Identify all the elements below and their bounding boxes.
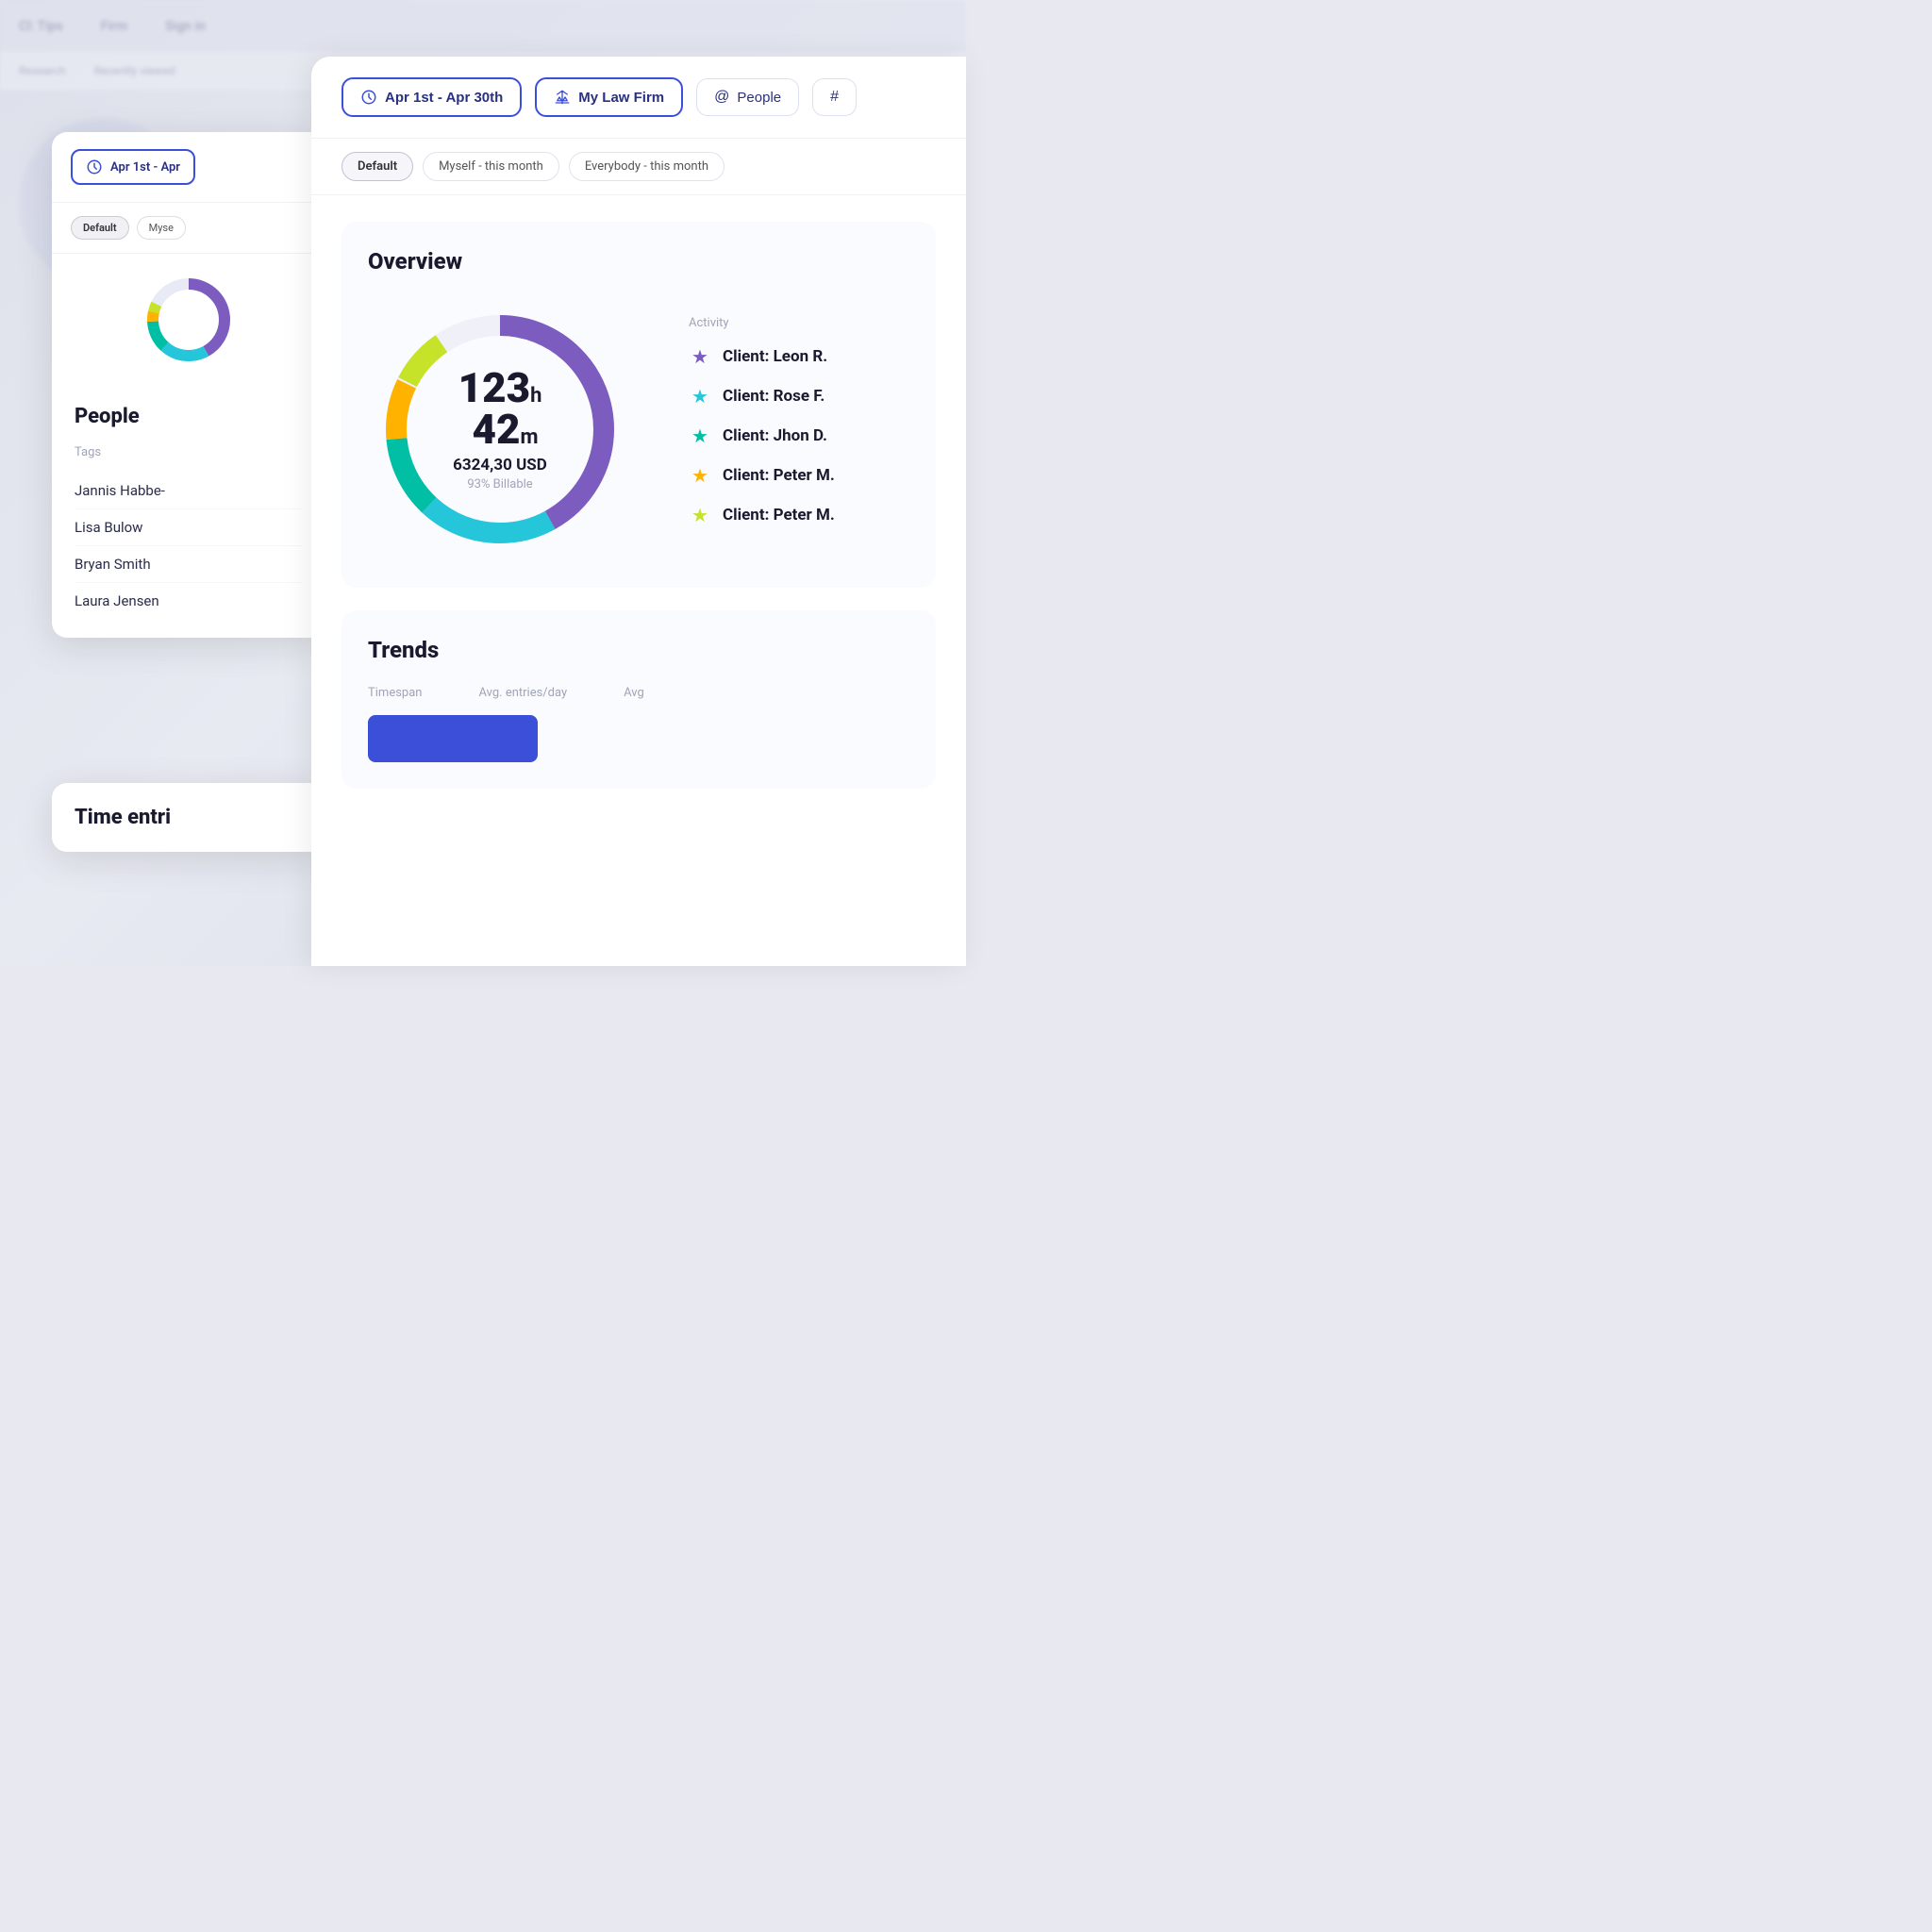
person-item-1[interactable]: Jannis Habbe-: [75, 473, 303, 509]
clock-icon: [86, 158, 103, 175]
person-item-2[interactable]: Lisa Bulow: [75, 509, 303, 546]
date-range-label: Apr 1st - Apr 30th: [385, 90, 503, 106]
activity-name-5: Client: Peter M.: [723, 506, 835, 525]
left-panel: Apr 1st - Apr Default Myse: [52, 132, 325, 638]
person-item-4[interactable]: Laura Jensen: [75, 583, 303, 619]
main-panel: Apr 1st - Apr 30th My Law Firm @ People …: [311, 57, 966, 966]
trends-cols: Timespan Avg. entries/day Avg: [368, 686, 644, 700]
activity-name-4: Client: Peter M.: [723, 466, 835, 485]
person-item-3[interactable]: Bryan Smith: [75, 546, 303, 583]
left-default-chip[interactable]: Default: [71, 216, 129, 240]
hash-icon: #: [830, 89, 839, 106]
left-panel-date-button[interactable]: Apr 1st - Apr: [71, 149, 195, 185]
at-icon: @: [714, 89, 729, 106]
overview-card: Overview: [341, 222, 936, 588]
star-icon-1: ★: [689, 345, 711, 368]
activity-item-2: ★ Client: Rose F.: [689, 385, 909, 408]
overview-title: Overview: [368, 248, 909, 275]
minutes-value: 42: [472, 405, 520, 454]
left-panel-date-bar: Apr 1st - Apr: [52, 132, 325, 203]
donut-billable: 93% Billable: [434, 477, 566, 491]
left-panel-filters: Default Myse: [52, 203, 325, 254]
law-firm-label: My Law Firm: [578, 90, 664, 106]
preset-default[interactable]: Default: [341, 152, 413, 181]
date-range-button[interactable]: Apr 1st - Apr 30th: [341, 77, 522, 117]
activity-item-4: ★ Client: Peter M.: [689, 464, 909, 487]
donut-chart: 123h 42m 6324,30 USD 93% Billable: [368, 297, 632, 561]
left-panel-donut-preview: [52, 254, 325, 386]
star-icon-2: ★: [689, 385, 711, 408]
people-label: People: [737, 90, 781, 106]
people-section: People Tags Jannis Habbe- Lisa Bulow Bry…: [52, 386, 325, 638]
people-title: People: [75, 405, 303, 428]
top-bar: Apr 1st - Apr 30th My Law Firm @ People …: [311, 57, 966, 139]
scale-icon: [554, 89, 571, 106]
left-myself-chip[interactable]: Myse: [137, 216, 186, 240]
activity-list: Activity ★ Client: Leon R. ★ Client: Ros…: [689, 316, 909, 543]
overview-body: 123h 42m 6324,30 USD 93% Billable Activi…: [368, 297, 909, 561]
preset-everybody[interactable]: Everybody - this month: [569, 152, 724, 181]
activity-label: Activity: [689, 316, 909, 330]
tags-label: Tags: [75, 445, 303, 459]
time-entries-title: Time entri: [75, 806, 303, 829]
trend-bar: [368, 715, 538, 762]
bottom-left-panel: Time entri: [52, 783, 325, 852]
donut-center-text: 123h 42m 6324,30 USD 93% Billable: [434, 367, 566, 491]
avg-entries-label: Avg. entries/day: [478, 686, 567, 700]
activity-item-1: ★ Client: Leon R.: [689, 345, 909, 368]
main-content: Overview: [311, 195, 966, 966]
star-icon-4: ★: [689, 464, 711, 487]
people-button[interactable]: @ People: [696, 78, 799, 116]
activity-item-3: ★ Client: Jhon D.: [689, 425, 909, 447]
preset-myself[interactable]: Myself - this month: [423, 152, 559, 181]
activity-name-1: Client: Leon R.: [723, 347, 827, 366]
trends-card: Trends Timespan Avg. entries/day Avg: [341, 610, 936, 789]
donut-hours: 123h 42m: [434, 367, 566, 450]
star-icon-3: ★: [689, 425, 711, 447]
left-donut-svg: [142, 273, 236, 367]
activity-name-2: Client: Rose F.: [723, 387, 824, 406]
trends-title: Trends: [368, 637, 909, 663]
activity-item-5: ★ Client: Peter M.: [689, 504, 909, 526]
minutes-unit: m: [520, 425, 538, 449]
hash-button[interactable]: #: [812, 78, 857, 116]
trends-header: Timespan Avg. entries/day Avg: [368, 686, 909, 700]
avg-label: Avg: [624, 686, 644, 700]
hours-unit: h: [530, 384, 541, 408]
activity-name-3: Client: Jhon D.: [723, 426, 827, 445]
star-icon-5: ★: [689, 504, 711, 526]
presets-bar: Default Myself - this month Everybody - …: [311, 139, 966, 195]
clock-icon-top: [360, 89, 377, 106]
donut-usd: 6324,30 USD: [434, 456, 566, 475]
left-date-range-text: Apr 1st - Apr: [110, 160, 180, 175]
timespan-label: Timespan: [368, 686, 422, 700]
foreground: Apr 1st - Apr Default Myse: [0, 0, 966, 966]
law-firm-button[interactable]: My Law Firm: [535, 77, 683, 117]
